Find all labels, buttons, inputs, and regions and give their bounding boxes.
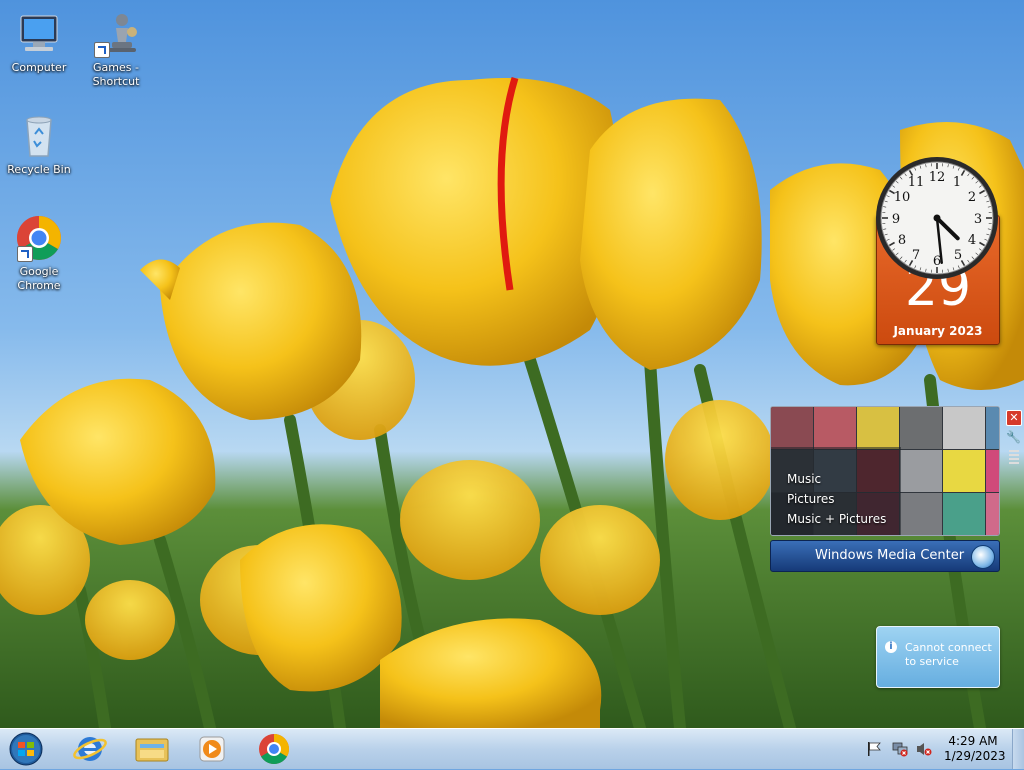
media-center-menu: Music Pictures Music + Pictures [787,469,886,529]
svg-text:7: 7 [912,248,920,263]
svg-text:3: 3 [974,212,982,227]
media-center-title-bar[interactable]: Windows Media Center [770,540,1000,572]
desktop-icon-recycle-bin[interactable]: Recycle Bin [1,112,77,177]
notification-text: Cannot connect to service [905,641,995,669]
tulip-wallpaper-art [0,0,1024,728]
menu-item-music-pictures[interactable]: Music + Pictures [787,509,886,529]
drag-grip-icon[interactable] [1009,450,1019,466]
svg-text:12: 12 [929,170,946,185]
action-center-flag-icon[interactable] [866,741,882,757]
info-icon: i [885,641,897,653]
svg-text:10: 10 [894,190,911,205]
calendar-month: January 2023 [877,324,999,338]
media-player-icon[interactable] [186,732,238,766]
desktop-icon-computer[interactable]: Computer [1,10,77,75]
svg-text:5: 5 [954,248,962,263]
svg-text:8: 8 [898,233,906,248]
close-icon[interactable]: ✕ [1006,410,1022,426]
file-explorer-icon[interactable] [126,732,178,766]
taskbar-time: 4:29 AM [944,734,1002,749]
desktop-icon-games-shortcut[interactable]: Games - Shortcut [78,10,154,89]
shortcut-arrow-icon [94,42,110,58]
media-center-panel: Music Pictures Music + Pictures [770,406,1000,536]
media-center-title-bold: Windows [815,548,873,563]
taskbar-clock[interactable]: 4:29 AM 1/29/2023 [944,734,1002,764]
options-wrench-icon[interactable]: 🔧 [1006,430,1020,444]
internet-explorer-icon[interactable] [64,732,116,766]
taskbar-date: 1/29/2023 [944,749,1002,764]
chrome-icon [15,214,63,262]
media-center-title: Windows Media Center [815,548,964,563]
desktop-icon-label: Computer [1,61,77,75]
chrome-taskbar-icon[interactable] [248,732,300,766]
shortcut-arrow-icon [17,246,33,262]
desktop-icon-google-chrome[interactable]: Google Chrome [1,214,77,293]
taskbar: 4:29 AM 1/29/2023 [0,728,1024,769]
svg-text:9: 9 [892,212,900,227]
desktop-icon-label: Recycle Bin [1,163,77,177]
show-desktop-button[interactable] [1012,729,1024,769]
desktop-icon-label: Games - Shortcut [78,61,154,89]
svg-text:4: 4 [968,233,976,248]
svg-text:11: 11 [908,175,925,190]
menu-item-music[interactable]: Music [787,469,886,489]
windows-logo-icon [971,545,995,569]
analog-clock[interactable]: 1212 345 678 91011 [874,155,1000,281]
games-icon [92,10,140,58]
svg-text:1: 1 [953,175,961,190]
service-error-notification[interactable]: i Cannot connect to service [876,626,1000,688]
svg-text:2: 2 [968,190,976,205]
menu-item-pictures[interactable]: Pictures [787,489,886,509]
network-disconnected-icon[interactable] [892,741,908,757]
media-center-gadget[interactable]: Music Pictures Music + Pictures Windows … [770,406,1000,571]
start-orb-icon[interactable] [6,732,46,766]
recycle-bin-icon [15,112,63,160]
volume-muted-icon[interactable] [916,741,932,757]
desktop-wallpaper [0,0,1024,728]
media-center-title-rest: Media Center [873,548,964,563]
gadget-controls: ✕ 🔧 [1006,410,1022,466]
clock-calendar-gadget[interactable]: 29 January 2023 1212 345 678 91011 [872,155,1002,350]
computer-icon [15,10,63,58]
desktop-icon-label: Google Chrome [1,265,77,293]
